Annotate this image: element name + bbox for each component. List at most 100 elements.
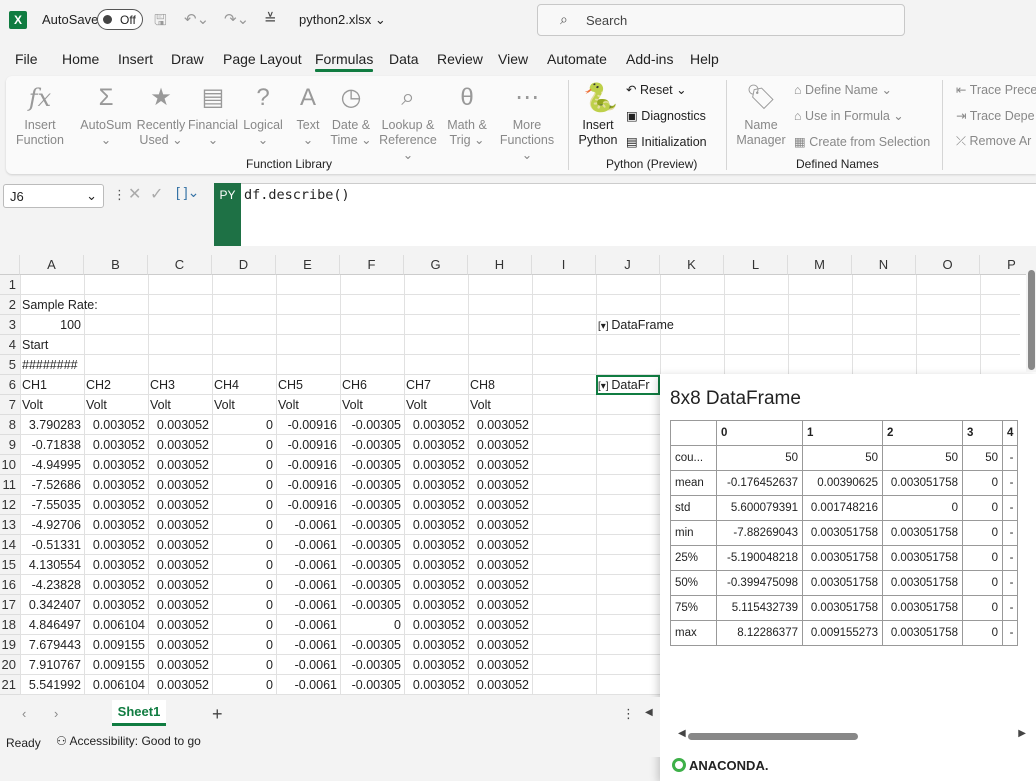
data-cell[interactable]: 0.003052 bbox=[84, 555, 148, 575]
data-cell[interactable]: 0.003052 bbox=[148, 435, 212, 455]
row-header[interactable]: 2 bbox=[0, 295, 20, 315]
data-cell[interactable]: -0.0061 bbox=[276, 635, 340, 655]
data-cell[interactable]: 0 bbox=[212, 615, 276, 635]
row-header[interactable]: 19 bbox=[0, 635, 20, 655]
data-cell[interactable]: -0.00305 bbox=[340, 495, 404, 515]
data-cell[interactable]: 0.003052 bbox=[404, 635, 468, 655]
tab-home[interactable]: Home bbox=[62, 51, 99, 67]
data-cell[interactable]: 5.541992 bbox=[20, 675, 84, 695]
cell-j3[interactable]: [▾] DataFrame bbox=[596, 315, 686, 335]
data-cell[interactable]: 0.003052 bbox=[468, 655, 532, 675]
next-sheet-icon[interactable]: › bbox=[54, 706, 58, 721]
data-cell[interactable]: -0.0061 bbox=[276, 535, 340, 555]
scroll-thumb[interactable] bbox=[688, 733, 858, 740]
data-cell[interactable]: 0.003052 bbox=[84, 455, 148, 475]
row-header[interactable]: 1 bbox=[0, 275, 20, 295]
row-header[interactable]: 8 bbox=[0, 415, 20, 435]
data-cell[interactable]: -7.55035 bbox=[20, 495, 84, 515]
data-cell[interactable]: 0.003052 bbox=[468, 495, 532, 515]
column-header[interactable]: H bbox=[468, 255, 532, 275]
data-cell[interactable]: 0.009155 bbox=[84, 635, 148, 655]
column-header[interactable]: N bbox=[852, 255, 916, 275]
data-cell[interactable]: 0.003052 bbox=[404, 555, 468, 575]
data-cell[interactable]: -0.0061 bbox=[276, 675, 340, 695]
data-cell[interactable]: 0.003052 bbox=[404, 475, 468, 495]
data-cell[interactable]: 0.003052 bbox=[468, 455, 532, 475]
formula-text[interactable]: df.describe() bbox=[244, 187, 350, 203]
data-cell[interactable]: 4.130554 bbox=[20, 555, 84, 575]
data-cell[interactable]: 0.003052 bbox=[468, 435, 532, 455]
column-header[interactable]: M bbox=[788, 255, 852, 275]
column-header[interactable]: A bbox=[20, 255, 84, 275]
cell-a4[interactable]: Start bbox=[20, 335, 84, 355]
cell-a5[interactable]: ######## bbox=[20, 355, 84, 375]
column-header[interactable]: G bbox=[404, 255, 468, 275]
row-header[interactable]: 12 bbox=[0, 495, 20, 515]
accessibility-status[interactable]: ⚇ Accessibility: Good to go bbox=[56, 734, 201, 748]
data-cell[interactable]: -4.23828 bbox=[20, 575, 84, 595]
data-cell[interactable]: 0.003052 bbox=[404, 515, 468, 535]
prev-sheet-icon[interactable]: ‹ bbox=[22, 706, 26, 721]
name-manager-button[interactable]: 🏷 Name Manager bbox=[732, 82, 790, 148]
tab-page-layout[interactable]: Page Layout bbox=[223, 51, 302, 67]
data-cell[interactable]: 0.006104 bbox=[84, 615, 148, 635]
data-cell[interactable]: 0.003052 bbox=[84, 515, 148, 535]
data-cell[interactable]: 0 bbox=[212, 635, 276, 655]
data-cell[interactable]: 0.003052 bbox=[468, 555, 532, 575]
insert-python-button[interactable]: 🐍 Insert Python bbox=[574, 82, 622, 148]
unit-cell[interactable]: Volt bbox=[84, 395, 148, 415]
data-cell[interactable]: 0.003052 bbox=[148, 515, 212, 535]
search-box[interactable]: ⌕ Search bbox=[537, 4, 905, 36]
data-cell[interactable]: -0.00305 bbox=[340, 515, 404, 535]
define-name-button[interactable]: ⌂ Define Name ⌄ bbox=[794, 82, 892, 97]
dataframe-card-icon[interactable]: [▾] bbox=[598, 321, 611, 332]
enter-check-icon[interactable]: ✓ bbox=[150, 184, 163, 204]
data-cell[interactable]: -0.00916 bbox=[276, 475, 340, 495]
save-icon[interactable]: 🖫 bbox=[154, 10, 167, 35]
autosave-toggle[interactable]: Off bbox=[97, 9, 143, 30]
data-cell[interactable]: 0.003052 bbox=[84, 495, 148, 515]
data-cell[interactable]: -0.0061 bbox=[276, 555, 340, 575]
data-cell[interactable]: 3.790283 bbox=[20, 415, 84, 435]
data-cell[interactable]: 0.003052 bbox=[404, 575, 468, 595]
column-header[interactable]: O bbox=[916, 255, 980, 275]
data-cell[interactable]: 0.003052 bbox=[148, 655, 212, 675]
column-header[interactable]: B bbox=[84, 255, 148, 275]
row-header[interactable]: 17 bbox=[0, 595, 20, 615]
scroll-right-icon[interactable]: ▶ bbox=[1018, 728, 1026, 739]
data-cell[interactable]: 0.003052 bbox=[148, 535, 212, 555]
unit-cell[interactable]: Volt bbox=[20, 395, 84, 415]
tab-draw[interactable]: Draw bbox=[171, 51, 204, 67]
data-cell[interactable]: 0.003052 bbox=[148, 615, 212, 635]
select-all-corner[interactable] bbox=[0, 255, 20, 275]
column-header[interactable]: J bbox=[596, 255, 660, 275]
data-cell[interactable]: 0.003052 bbox=[404, 675, 468, 695]
data-cell[interactable]: 0.003052 bbox=[468, 675, 532, 695]
row-header[interactable]: 13 bbox=[0, 515, 20, 535]
tab-file[interactable]: File bbox=[15, 51, 38, 67]
data-cell[interactable]: 4.846497 bbox=[20, 615, 84, 635]
column-header[interactable]: C bbox=[148, 255, 212, 275]
column-header[interactable]: F bbox=[340, 255, 404, 275]
data-cell[interactable]: 0.003052 bbox=[84, 595, 148, 615]
unit-cell[interactable]: Volt bbox=[404, 395, 468, 415]
data-cell[interactable]: 0 bbox=[212, 515, 276, 535]
data-cell[interactable]: -0.00916 bbox=[276, 495, 340, 515]
row-header[interactable]: 10 bbox=[0, 455, 20, 475]
customize-toolbar-icon[interactable]: ≚ bbox=[264, 10, 277, 28]
data-cell[interactable]: 0.003052 bbox=[148, 495, 212, 515]
more-functions-button[interactable]: ⋯ More Functions ⌄ bbox=[494, 82, 560, 163]
cancel-icon[interactable]: ✕ bbox=[128, 184, 141, 204]
more-options-icon[interactable]: ⋮ bbox=[113, 187, 126, 203]
data-cell[interactable]: 0.003052 bbox=[148, 475, 212, 495]
data-cell[interactable]: 0.003052 bbox=[148, 675, 212, 695]
data-cell[interactable]: 0.003052 bbox=[404, 415, 468, 435]
data-cell[interactable]: 0.003052 bbox=[148, 555, 212, 575]
data-cell[interactable]: 0.003052 bbox=[404, 615, 468, 635]
data-cell[interactable]: 0 bbox=[212, 655, 276, 675]
data-cell[interactable]: 0.003052 bbox=[84, 415, 148, 435]
data-cell[interactable]: 0.006104 bbox=[84, 675, 148, 695]
file-name-dropdown[interactable]: python2.xlsx ⌄ bbox=[299, 12, 386, 28]
tab-view[interactable]: View bbox=[498, 51, 528, 67]
data-cell[interactable]: -0.00305 bbox=[340, 455, 404, 475]
